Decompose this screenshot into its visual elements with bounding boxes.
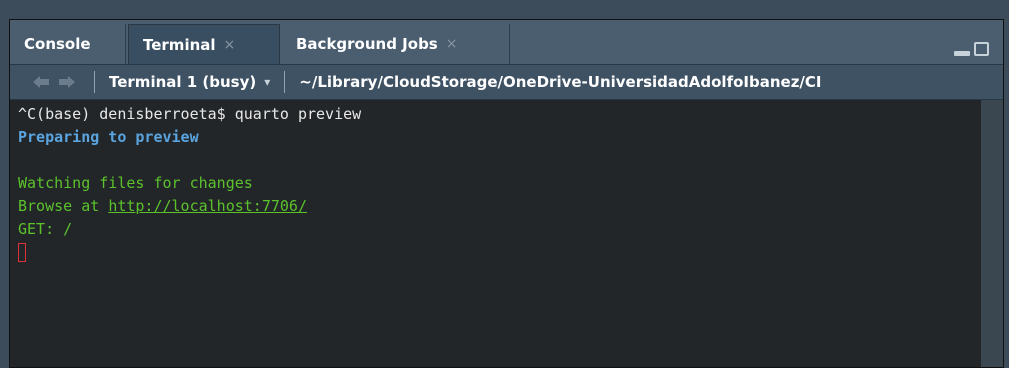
terminal-cursor [18,243,26,262]
terminal-line: ^C(base) denisberroeta$ quarto preview [18,105,362,123]
chevron-down-icon: ▾ [264,75,271,89]
close-icon[interactable]: × [224,37,236,53]
close-icon[interactable]: × [446,36,458,52]
vertical-scrollbar[interactable] [981,100,1003,367]
working-directory-path: ~/Library/CloudStorage/OneDrive-Universi… [299,73,822,91]
terminal-text: Browse at [18,197,109,215]
terminal-output[interactable]: ^C(base) denisberroeta$ quarto preview P… [10,100,982,367]
tab-terminal[interactable]: Terminal × [128,24,280,64]
terminal-line: Watching files for changes [18,174,253,192]
ide-frame: Console Terminal × Background Jobs × Ter… [0,0,1009,368]
terminal-selector-label: Terminal 1 (busy) [109,73,257,91]
maximize-icon[interactable] [974,42,989,56]
terminal-pane: Console Terminal × Background Jobs × Ter… [9,19,1004,368]
localhost-link[interactable]: http://localhost:7706/ [108,197,307,215]
tab-label: Console [24,35,91,53]
terminal-line: Preparing to preview [18,128,199,146]
minimize-icon[interactable] [954,51,970,56]
terminal-line: GET: / [18,220,73,238]
tab-bar: Console Terminal × Background Jobs × [10,20,1003,65]
toolbar-divider [284,71,286,93]
terminal-selector[interactable]: Terminal 1 (busy) ▾ [109,73,270,91]
terminal-line [18,241,982,264]
tab-background-jobs[interactable]: Background Jobs × [282,24,510,64]
toolbar-divider [94,71,95,93]
tab-console[interactable]: Console [10,24,126,64]
window-controls [954,42,989,56]
terminal-toolbar: Terminal 1 (busy) ▾ ~/Library/CloudStora… [10,65,1003,100]
tab-label: Background Jobs [296,35,438,53]
arrow-left-icon[interactable] [28,72,54,92]
arrow-right-icon[interactable] [54,72,80,92]
terminal-line: Browse at http://localhost:7706/ [18,195,982,218]
tab-label: Terminal [143,35,216,54]
